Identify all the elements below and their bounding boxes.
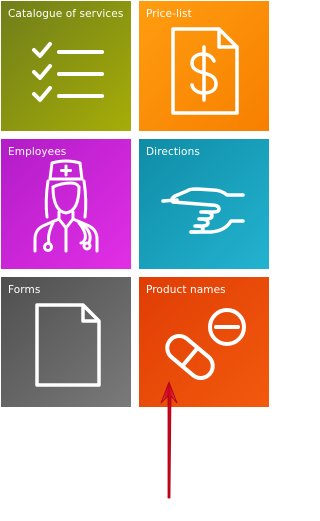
annotation-arrow [160, 381, 178, 499]
tile-employees[interactable]: Employees [1, 139, 131, 269]
tile-price-list[interactable]: Price-list [139, 1, 269, 131]
tile-directions[interactable]: Directions [139, 139, 269, 269]
tile-forms[interactable]: Forms [1, 277, 131, 407]
document-icon [35, 303, 101, 387]
checklist-icon [32, 42, 104, 102]
pointing-hand-icon [161, 187, 245, 234]
dollar-document-icon [171, 27, 239, 115]
tile-catalogue-of-services[interactable]: Catalogue of services [1, 1, 131, 131]
nurse-icon [33, 159, 99, 253]
